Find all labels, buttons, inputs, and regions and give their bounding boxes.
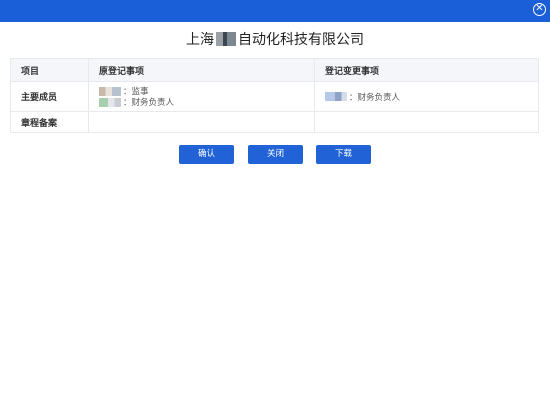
member-role: ：财务负责人 <box>349 92 401 103</box>
row-label: 章程备案 <box>10 111 89 133</box>
table-row: 主要成员 ：监事 ：财务负责人 ：财务负责人 <box>10 81 539 112</box>
changed-members-cell: ：财务负责人 <box>314 81 539 112</box>
row-label: 主要成员 <box>10 81 89 112</box>
changed-charter-cell <box>314 111 539 133</box>
close-button[interactable]: 关闭 <box>248 145 303 164</box>
page-title: 上海 自动化科技有限公司 <box>0 30 550 50</box>
redacted-member-name <box>325 92 347 101</box>
download-button[interactable]: 下载 <box>316 145 371 164</box>
redacted-member-name <box>99 97 121 107</box>
header-item: 项目 <box>10 58 89 82</box>
member-entry: ：监事 <box>99 86 304 97</box>
member-entry: ：财务负责人 <box>99 97 304 108</box>
member-entry: ：财务负责人 <box>325 91 528 103</box>
title-bar: ✕ <box>0 0 550 22</box>
redacted-name-block <box>216 32 236 46</box>
table-header-row: 项目 原登记事项 登记变更事项 <box>10 58 539 82</box>
close-icon[interactable]: ✕ <box>533 3 546 16</box>
member-role: ：财务负责人 <box>123 98 175 108</box>
change-record-table: 项目 原登记事项 登记变更事项 主要成员 ：监事 ：财务负责人 ：财务负责人 章… <box>10 58 539 133</box>
confirm-button[interactable]: 确认 <box>179 145 234 164</box>
company-name-suffix: 自动化科技有限公司 <box>238 32 364 48</box>
original-charter-cell <box>88 111 315 133</box>
header-original: 原登记事项 <box>88 58 315 82</box>
original-members-cell: ：监事 ：财务负责人 <box>88 81 315 112</box>
company-name-prefix: 上海 <box>186 32 214 48</box>
header-changed: 登记变更事项 <box>314 58 539 82</box>
table-row: 章程备案 <box>10 111 539 133</box>
redacted-member-name <box>99 86 121 96</box>
